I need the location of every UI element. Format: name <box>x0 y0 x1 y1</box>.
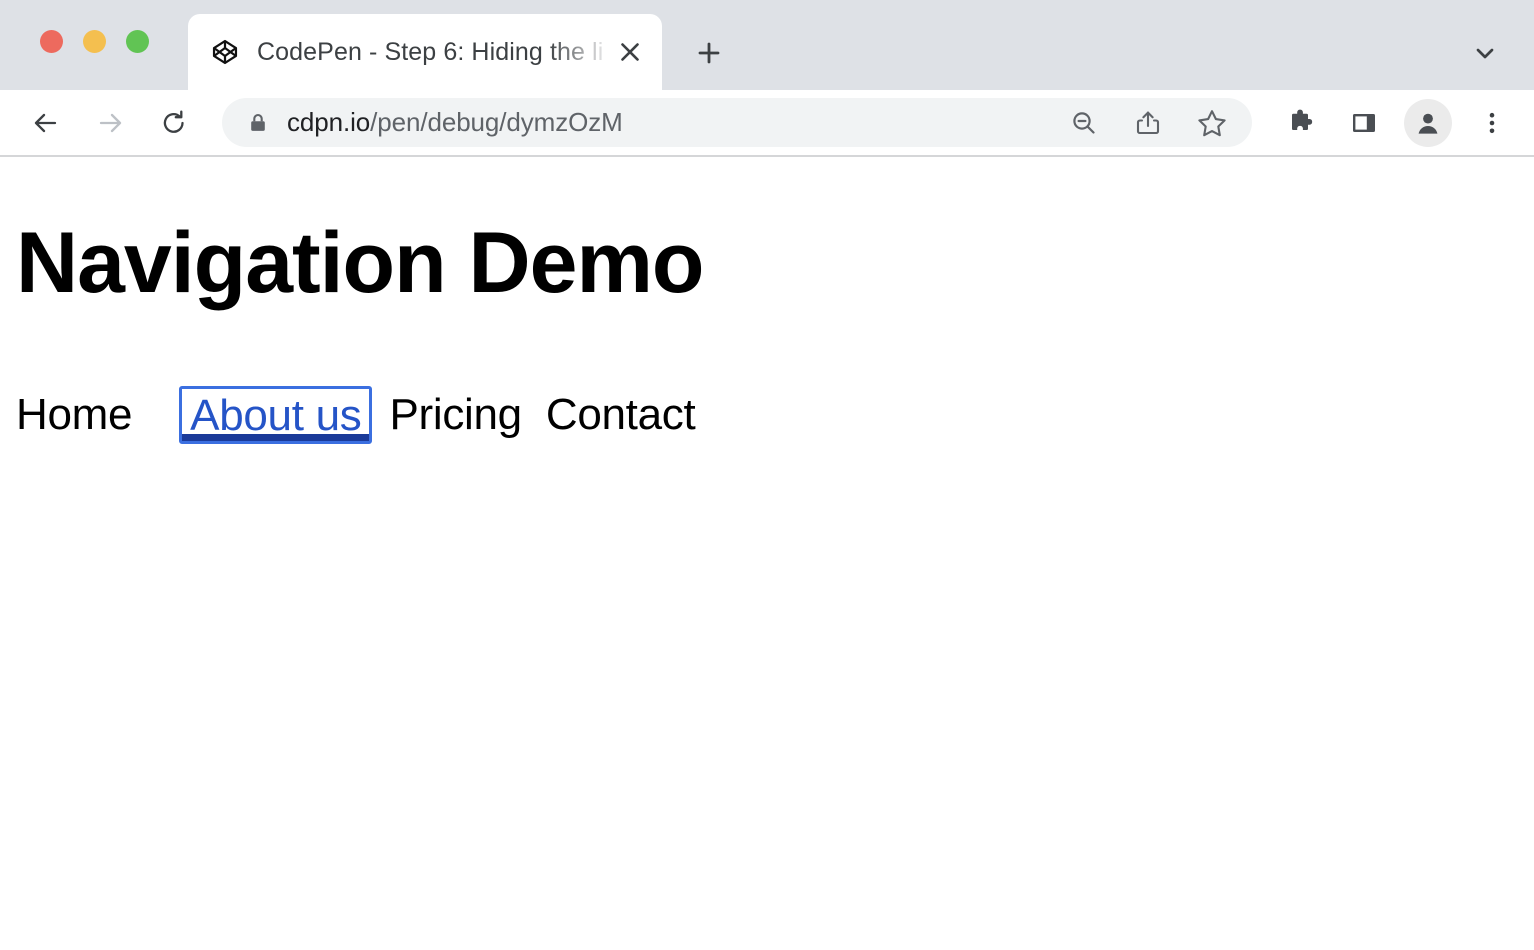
url-path: /pen/debug/dymzOzM <box>370 107 623 137</box>
nav-link-contact[interactable]: Contact <box>546 393 720 437</box>
side-panel-icon[interactable] <box>1340 99 1388 147</box>
address-bar-text: cdpn.io/pen/debug/dymzOzM <box>287 107 623 138</box>
nav-item-contact: Contact <box>546 393 720 437</box>
site-navigation: Home About us Pricing Contact <box>16 386 719 444</box>
nav-item-home: Home <box>16 393 156 437</box>
browser-toolbar: cdpn.io/pen/debug/dymzOzM <box>0 90 1534 157</box>
profile-avatar-icon[interactable] <box>1404 99 1452 147</box>
nav-link-about-us[interactable]: About us <box>179 386 372 444</box>
forward-button <box>86 99 134 147</box>
nav-link-home[interactable]: Home <box>16 393 156 437</box>
zoom-out-icon[interactable] <box>1060 99 1108 147</box>
back-button[interactable] <box>22 99 70 147</box>
tab-strip: CodePen - Step 6: Hiding the li <box>0 0 1534 90</box>
bookmark-star-icon[interactable] <box>1188 99 1236 147</box>
lock-icon[interactable] <box>246 111 270 135</box>
nav-link-pricing[interactable]: Pricing <box>389 393 545 437</box>
page-title: Navigation Demo <box>16 220 703 306</box>
codepen-logo-icon <box>210 37 240 67</box>
browser-window: CodePen - Step 6: Hiding the li <box>0 0 1534 950</box>
window-close-button[interactable] <box>40 30 63 53</box>
new-tab-button[interactable] <box>686 30 732 76</box>
nav-item-about-us: About us <box>156 386 389 444</box>
three-dot-menu-icon[interactable] <box>1468 99 1516 147</box>
window-controls <box>40 30 149 53</box>
window-maximize-button[interactable] <box>126 30 149 53</box>
browser-tab-active[interactable]: CodePen - Step 6: Hiding the li <box>188 14 662 90</box>
tab-title: CodePen - Step 6: Hiding the li <box>257 38 612 67</box>
window-minimize-button[interactable] <box>83 30 106 53</box>
close-icon[interactable] <box>612 34 648 70</box>
url-domain: cdpn.io <box>287 107 370 137</box>
share-icon[interactable] <box>1124 99 1172 147</box>
toolbar-right-actions <box>1276 98 1516 147</box>
nav-item-pricing: Pricing <box>389 393 545 437</box>
tab-search-button[interactable] <box>1462 30 1508 76</box>
reload-button[interactable] <box>150 99 198 147</box>
extensions-puzzle-icon[interactable] <box>1276 99 1324 147</box>
omnibox-action-group <box>1060 98 1236 147</box>
page-viewport: Navigation Demo Home About us Pricing Co… <box>0 157 1534 950</box>
